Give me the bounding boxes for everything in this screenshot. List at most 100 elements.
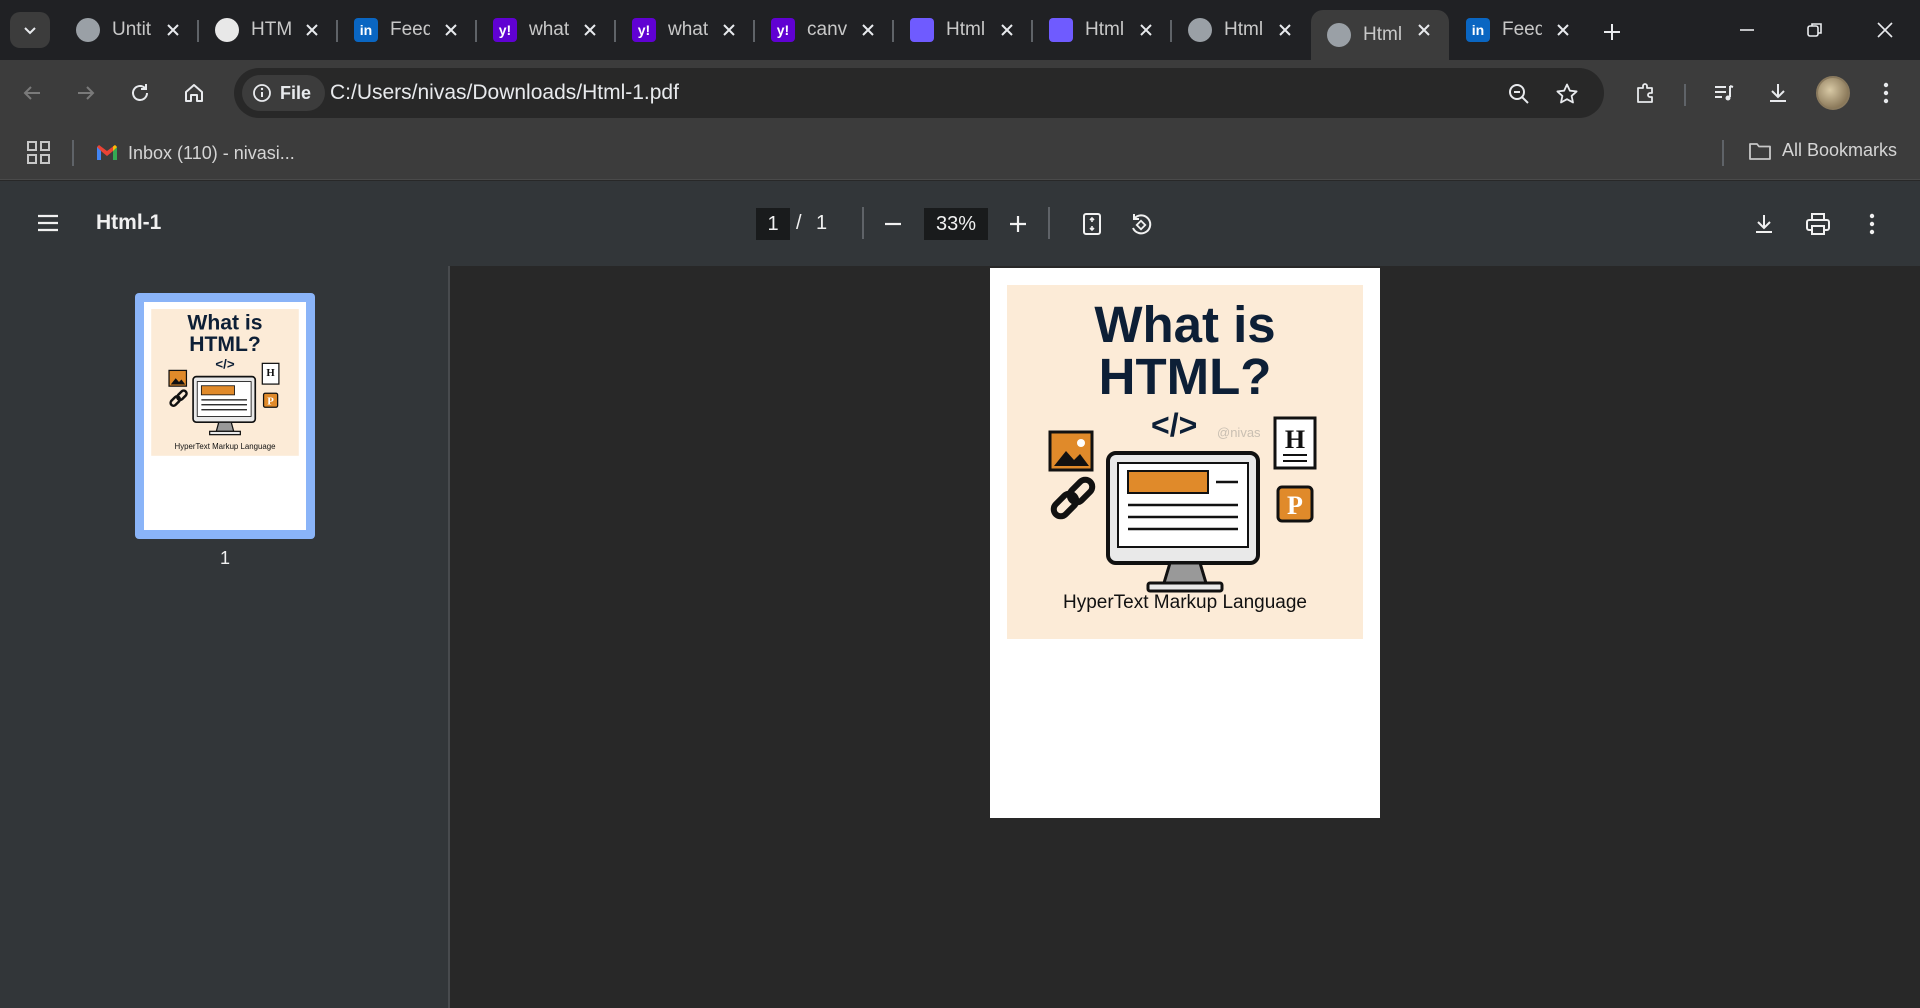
pdf-toolbar-divider (1048, 207, 1050, 239)
close-icon (306, 24, 318, 36)
zoom-out-button[interactable] (876, 207, 910, 241)
tab-search-button[interactable] (10, 12, 50, 48)
sidebar-toggle-button[interactable] (32, 207, 64, 239)
close-icon (1557, 24, 1569, 36)
extensions-button[interactable] (1628, 75, 1664, 111)
print-button[interactable] (1801, 207, 1835, 241)
zoom-page-button[interactable] (1506, 81, 1532, 107)
puzzle-icon (1637, 83, 1653, 103)
apps-button[interactable] (26, 140, 52, 171)
fit-to-page-button[interactable] (1075, 207, 1109, 241)
browser-tab[interactable]: y! what (616, 10, 754, 50)
downloads-button[interactable] (1760, 75, 1796, 111)
zoom-in-button[interactable] (1001, 207, 1035, 241)
minus-icon (885, 222, 901, 226)
pdf-more-actions-button[interactable] (1855, 207, 1889, 241)
thumbnail-poster-image: What is HTML? </> H P HyperText Markup L… (151, 309, 299, 456)
tab-title: canva (807, 19, 847, 40)
tab-title: Untitled (112, 19, 152, 40)
heading-icon-letter: H (1285, 425, 1305, 454)
close-window-button[interactable] (1862, 12, 1908, 48)
plus-icon (1604, 24, 1620, 40)
browser-toolbar: File C:/Users/nivas/Downloads/Html-1.pdf (0, 60, 1920, 126)
bookmarks-bar: Inbox (110) - nivasi... All Bookmarks (0, 126, 1920, 180)
media-controls-button[interactable] (1706, 75, 1742, 111)
bookmark-star-button[interactable] (1554, 81, 1580, 107)
globe-icon (76, 18, 100, 42)
more-vertical-icon (1869, 213, 1875, 235)
browser-tab[interactable]: y! what (477, 10, 615, 50)
restore-button[interactable] (1792, 12, 1838, 48)
site-info-chip[interactable]: File (242, 75, 326, 111)
browser-tab[interactable]: Html (1033, 10, 1171, 50)
thumbnail-title-line1: What is (187, 311, 262, 334)
address-bar[interactable]: File C:/Users/nivas/Downloads/Html-1.pdf (234, 68, 1604, 118)
browser-tab[interactable]: Untitled (60, 10, 198, 50)
browser-menu-button[interactable] (1868, 75, 1904, 111)
browser-tab[interactable]: y! canva (755, 10, 893, 50)
thumbnail-page: What is HTML? </> H P HyperText Markup L… (144, 302, 306, 530)
reload-button[interactable] (122, 75, 158, 111)
profile-avatar[interactable] (1816, 76, 1850, 110)
tab-close-button[interactable] (1274, 19, 1296, 41)
browser-tab[interactable]: in Feed (338, 10, 476, 50)
reload-icon (132, 84, 148, 101)
page-separator: / (796, 212, 802, 234)
bookmarks-divider (1722, 140, 1724, 166)
close-icon (1877, 22, 1893, 38)
minimize-button[interactable] (1724, 12, 1770, 48)
pdf-page: What is HTML? </> @nivas H P HyperText M… (990, 268, 1380, 818)
page-number-input[interactable]: 1 (756, 208, 790, 240)
tab-close-button[interactable] (996, 19, 1018, 41)
all-bookmarks-button[interactable]: All Bookmarks (1748, 140, 1897, 161)
home-button[interactable] (176, 75, 212, 111)
browser-tab[interactable]: Html (1172, 10, 1310, 50)
link-icon (1050, 476, 1096, 520)
forward-button[interactable] (68, 75, 104, 111)
bookmarks-divider (72, 140, 74, 166)
toolbar-divider (1684, 84, 1686, 106)
tab-close-button[interactable] (1552, 19, 1574, 41)
tab-title: Feed (1502, 19, 1542, 40)
tab-title: Html (1224, 19, 1264, 40)
tab-title: what (529, 19, 569, 40)
rotate-counterclockwise-icon (1132, 214, 1152, 235)
tab-close-button[interactable] (1413, 19, 1435, 41)
linkedin-icon: in (354, 18, 378, 42)
tab-close-button[interactable] (579, 19, 601, 41)
thumbnail-heading-letter: H (266, 367, 275, 379)
pdf-viewer-area[interactable]: What is HTML? </> @nivas H P HyperText M… (452, 266, 1920, 1008)
page-thumbnail[interactable]: What is HTML? </> H P HyperText Markup L… (135, 293, 315, 539)
new-tab-button[interactable] (1596, 16, 1628, 48)
back-button[interactable] (14, 75, 50, 111)
tab-close-button[interactable] (162, 19, 184, 41)
tab-close-button[interactable] (718, 19, 740, 41)
browser-tab[interactable]: HTML (199, 10, 337, 50)
pdf-download-button[interactable] (1747, 207, 1781, 241)
monitor-icon (1106, 451, 1260, 593)
chevron-down-icon (24, 27, 36, 35)
bookmark-inbox[interactable]: Inbox (110) - nivasi... (96, 140, 295, 166)
thumbnail-code-tag: </> (215, 356, 234, 371)
zoom-level-input[interactable]: 33% (924, 208, 988, 240)
close-icon (445, 24, 457, 36)
tab-title: Html (1085, 19, 1125, 40)
pdf-thumbnail-sidebar: What is HTML? </> H P HyperText Markup L… (0, 266, 450, 1008)
browser-tab[interactable]: in Feed (1450, 10, 1588, 50)
thumbnail-title-line2: HTML? (189, 333, 261, 356)
browser-tab[interactable]: Html (894, 10, 1032, 50)
tab-close-button[interactable] (1135, 19, 1157, 41)
image-icon (1048, 430, 1094, 472)
image-app-icon (910, 18, 934, 42)
rotate-button[interactable] (1124, 207, 1158, 241)
tab-close-button[interactable] (440, 19, 462, 41)
globe-icon (1188, 18, 1212, 42)
pdf-document-title: Html-1 (96, 211, 162, 234)
linkedin-icon: in (1466, 18, 1490, 42)
browser-tab[interactable]: Html (1311, 10, 1449, 60)
tab-close-button[interactable] (301, 19, 323, 41)
url-text[interactable]: C:/Users/nivas/Downloads/Html-1.pdf (330, 81, 679, 105)
yahoo-icon: y! (771, 18, 795, 42)
more-vertical-icon (1883, 82, 1889, 104)
tab-close-button[interactable] (857, 19, 879, 41)
